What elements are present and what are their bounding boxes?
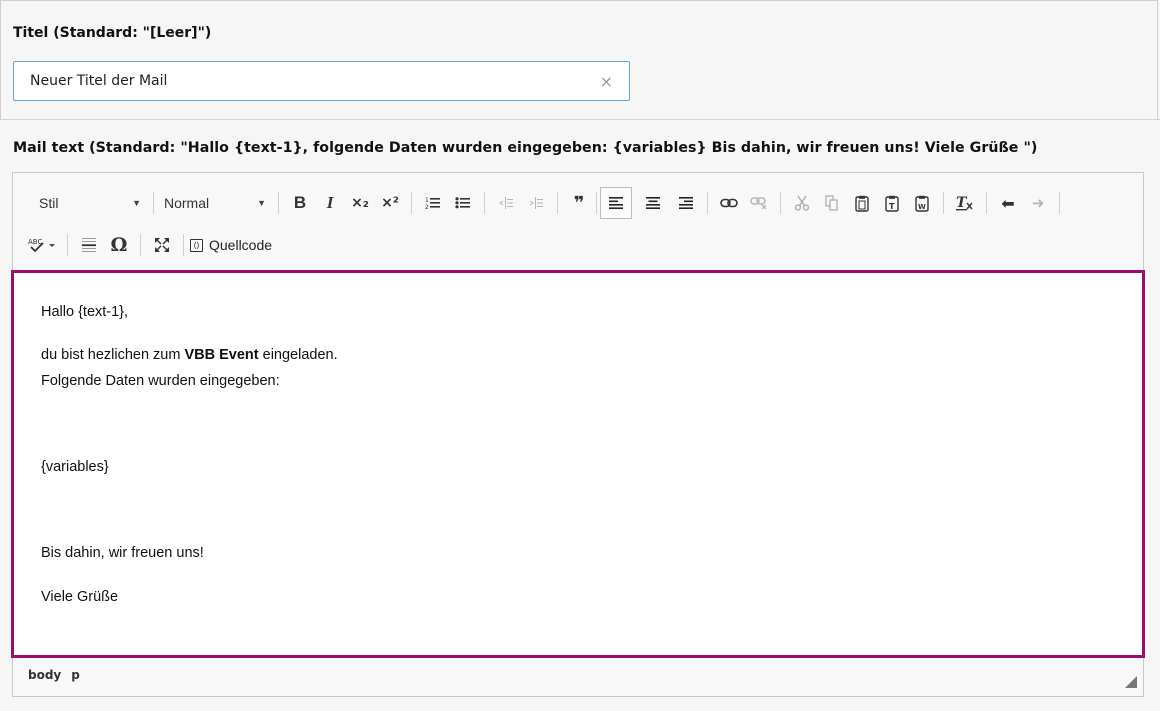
content-line: Hallo {text-1}, [41,304,129,320]
editor-toolbar: Stil ▼ Normal ▼ B I ×₂ ×² 12 ❞ T W T ⬅ ➜… [13,173,1143,271]
toolbar-separator [278,192,279,214]
source-button-label: Quellcode [209,237,273,253]
cut-icon[interactable] [788,189,816,217]
bulleted-list-icon[interactable] [449,189,477,217]
svg-text:T: T [956,195,968,211]
mail-text-label: Mail text (Standard: "Hallo {text-1}, fo… [13,140,1038,156]
content-line: {variables} [41,459,109,475]
unlink-icon[interactable] [745,189,773,217]
align-left-icon[interactable] [600,187,632,219]
toolbar-separator [1059,192,1060,214]
subscript-icon[interactable]: ×₂ [346,189,374,217]
svg-text:W: W [918,203,926,211]
align-right-icon[interactable] [672,189,700,217]
toolbar-row-2: ABC Ω ⟨⟩ Quellcode [25,229,272,261]
toolbar-separator [153,192,154,214]
path-item[interactable]: p [71,668,80,682]
resize-handle-icon[interactable] [1125,676,1137,688]
paste-word-icon[interactable]: W [908,189,936,217]
toolbar-separator [67,234,68,256]
source-icon: ⟨⟩ [190,238,203,252]
paste-icon[interactable] [848,189,876,217]
chevron-down-icon: ▼ [257,198,266,208]
blockquote-icon[interactable]: ❞ [565,189,593,217]
chevron-down-icon: ▼ [132,198,141,208]
path-item[interactable]: body [28,668,61,682]
section-divider [0,119,1160,120]
maximize-icon[interactable] [148,231,176,259]
paste-text-icon[interactable]: T [878,189,906,217]
content-line: Viele Grüße [41,589,119,605]
toolbar-separator [707,192,708,214]
copy-icon[interactable] [818,189,846,217]
toolbar-separator [557,192,558,214]
toolbar-row-1: Stil ▼ Normal ▼ B I ×₂ ×² 12 ❞ T W T ⬅ ➜ [25,187,1066,219]
style-combo[interactable]: Stil ▼ [25,189,147,217]
title-field[interactable]: × [13,61,630,101]
special-char-icon[interactable]: Ω [105,231,133,259]
toolbar-separator [780,192,781,214]
source-button[interactable]: ⟨⟩ Quellcode [190,237,272,253]
title-label: Titel (Standard: "[Leer]") [13,25,212,41]
horizontal-rule-icon[interactable] [75,231,103,259]
form-panel: Titel (Standard: "[Leer]") × Mail text (… [0,0,1160,711]
superscript-icon[interactable]: ×² [376,189,404,217]
toolbar-separator [140,234,141,256]
editor-statusbar: body p [13,659,1143,696]
content-text: du bist hezlichen zum [41,347,185,363]
spellcheck-icon[interactable]: ABC [26,231,60,259]
element-path: body p [28,668,90,682]
svg-text:1: 1 [425,197,429,204]
rich-text-editor: Stil ▼ Normal ▼ B I ×₂ ×² 12 ❞ T W T ⬅ ➜… [11,172,1145,697]
svg-text:2: 2 [425,204,429,210]
link-icon[interactable] [715,189,743,217]
align-center-icon[interactable] [639,189,667,217]
undo-icon[interactable]: ⬅ [994,189,1022,217]
toolbar-separator [943,192,944,214]
editor-content[interactable]: Hallo {text-1}, du bist hezlichen zum VB… [11,270,1145,658]
content-line: Bis dahin, wir freuen uns! [41,545,204,561]
remove-format-icon[interactable]: T [951,189,979,217]
bold-icon[interactable]: B [286,189,314,217]
toolbar-separator [484,192,485,214]
format-combo[interactable]: Normal ▼ [160,189,272,217]
title-input[interactable] [30,62,590,100]
style-combo-label: Stil [39,195,59,211]
decrease-indent-icon[interactable] [492,189,520,217]
content-line: du bist hezlichen zum VBB Event eingelad… [41,347,338,363]
content-bold-text: VBB Event [184,347,259,363]
increase-indent-icon[interactable] [522,189,550,217]
format-combo-label: Normal [164,195,210,211]
title-section [0,0,1158,119]
italic-icon[interactable]: I [316,189,344,217]
svg-text:T: T [889,202,895,211]
clear-icon[interactable]: × [600,72,613,91]
numbered-list-icon[interactable]: 12 [419,189,447,217]
toolbar-separator [411,192,412,214]
redo-icon[interactable]: ➜ [1024,189,1052,217]
toolbar-separator [986,192,987,214]
content-line: Folgende Daten wurden eingegeben: [41,373,280,389]
toolbar-separator [596,192,597,214]
toolbar-separator [183,234,184,256]
content-text: eingeladen. [258,347,338,363]
